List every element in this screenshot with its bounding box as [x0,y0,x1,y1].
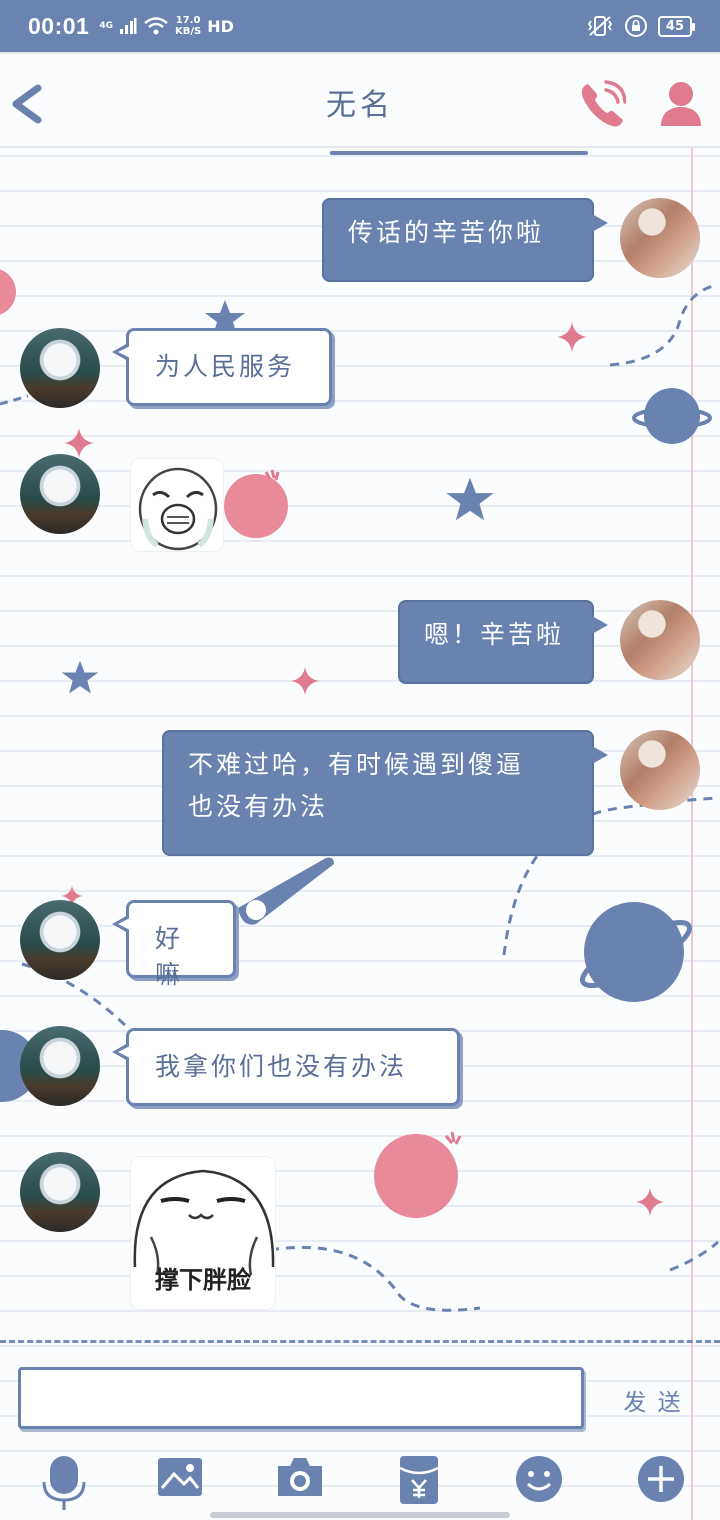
battery-level: 45 [657,15,696,37]
crying-face-icon [138,467,218,551]
speed-value: 17.0 [175,15,201,26]
message-bubble[interactable]: 不难过哈，有时候遇到傻逼 也没有办法 [162,730,608,856]
avatar[interactable] [20,454,100,534]
phone-icon [581,80,627,127]
home-indicator [210,1512,510,1518]
sticker-caption: 撑下胖脸 [155,1266,251,1294]
divider [330,151,588,155]
avatar[interactable] [620,730,700,810]
message-input[interactable] [18,1367,584,1429]
microphone-icon [42,1456,86,1510]
crying-face-sticker[interactable] [130,458,224,552]
avatar[interactable] [20,1152,100,1232]
decor-star-blue-2 [446,477,494,521]
decor-sparkle-pink-5 [635,1187,665,1217]
decor-rocket [238,857,334,925]
emoji-button[interactable] [514,1454,566,1506]
message-bubble[interactable]: 嗯！辛苦啦 [398,600,608,684]
send-button[interactable]: 发 送 [622,1383,684,1417]
call-button[interactable] [578,80,627,130]
hd-indicator: HD [207,16,234,36]
input-bar: 发 送 [0,1340,720,1440]
signal-icon [119,18,137,34]
message-bubble[interactable]: 好嘛 [112,900,236,989]
status-right: 45 [586,14,696,38]
plus-icon [638,1456,684,1502]
smug-face-icon [133,1169,275,1276]
avatar[interactable] [20,900,100,980]
emoji-icon [516,1456,562,1502]
camera-icon [278,1458,322,1496]
decor-sparkle-pink [557,322,587,352]
decor-pink-circle-left [0,269,16,315]
network-type: 4G [99,20,113,31]
status-bar: 00:01 4G 17.0 KB/S HD 45 [0,0,720,52]
wifi-icon [144,17,168,35]
smug-face-sticker[interactable]: 撑下胖脸 [130,1156,276,1310]
decor-planet-right [632,388,712,444]
message-bubble[interactable]: 传话的辛苦你啦 [322,198,608,282]
decor-planet-large [579,902,693,1002]
avatar[interactable] [620,600,700,680]
decor-dashed-path-bottom [270,1240,719,1312]
chat-header: 无名 [0,52,720,148]
network-speed: 17.0 KB/S [175,15,201,37]
image-button[interactable] [156,1454,208,1506]
decor-pink-planet-2 [374,1131,462,1218]
message-line: 不难过哈，有时候遇到傻逼 [188,750,525,779]
vibrate-icon [587,16,612,36]
avatar[interactable] [20,328,100,408]
status-network: 4G 17.0 KB/S HD [99,15,234,37]
person-icon [661,82,701,126]
red-packet-button[interactable] [398,1454,450,1506]
status-time: 00:01 [28,12,90,39]
decor-star-blue-3 [61,660,99,694]
lock-rotation-icon [624,15,647,37]
message-bubble[interactable]: 为人民服务 [112,328,332,406]
decor-pink-planet [224,469,288,538]
decor-dashed-path-right [609,283,719,367]
message-line: 也没有办法 [188,792,329,821]
chat-toolbar [0,1440,720,1520]
voice-button[interactable] [38,1454,90,1510]
image-icon [158,1458,202,1496]
more-button[interactable] [636,1454,688,1506]
red-packet-icon [399,1456,439,1504]
profile-button[interactable] [658,80,704,128]
speed-unit: KB/S [174,26,202,37]
decor-sparkle-pink-3 [290,666,320,696]
avatar[interactable] [20,1026,100,1106]
avatar[interactable] [620,198,700,278]
camera-button[interactable] [274,1454,326,1506]
message-bubble[interactable]: 我拿你们也没有办法 [112,1028,460,1106]
